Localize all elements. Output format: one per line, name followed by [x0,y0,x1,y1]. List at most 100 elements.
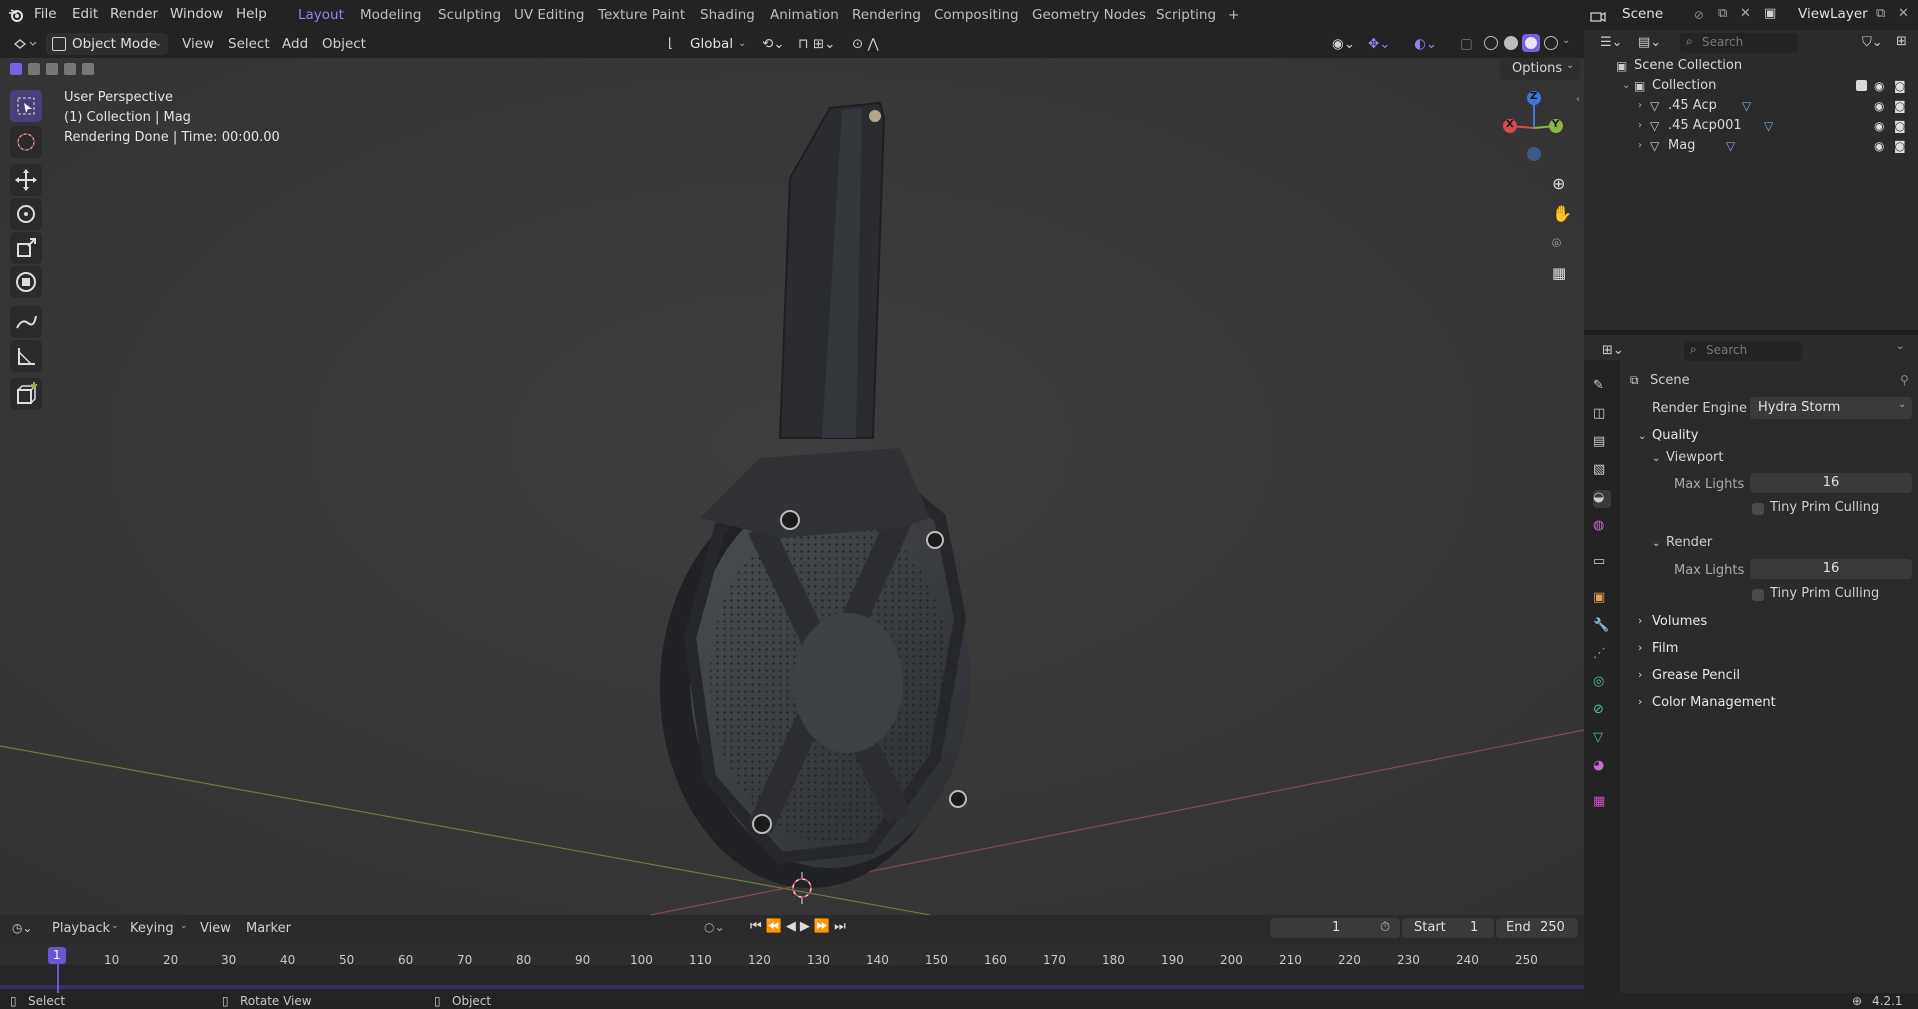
viewport-tiny-prim-checkbox[interactable] [1752,503,1764,515]
menu-file[interactable]: File [34,6,57,22]
modifier-tab-icon[interactable]: 🔧 [1593,618,1611,636]
proportional-edit-icon[interactable]: ⊙ ⋀ [852,33,879,55]
eye-icon[interactable]: ◉ [1874,116,1884,136]
rotate-tool-icon[interactable] [10,198,42,230]
rendered-shading-icon[interactable] [1544,36,1558,50]
chevron-right-icon[interactable]: › [1638,668,1642,681]
chevron-right-icon[interactable]: › [1638,641,1642,654]
end-frame-field[interactable]: End 250 [1496,918,1578,938]
tab-texture-paint[interactable]: Texture Paint [592,4,691,26]
timeline-view-menu[interactable]: View [200,921,231,936]
material-preview-icon[interactable] [1522,34,1540,52]
navigation-gizmo[interactable]: Z X Y [1494,88,1574,168]
snap-icon[interactable]: ⊓ ⊞⌄ [798,33,835,55]
tab-shading[interactable]: Shading [694,4,761,26]
tool-tab-icon[interactable]: ✎ [1593,378,1611,396]
scale-tool-icon[interactable] [10,232,42,264]
playhead[interactable]: 1 [48,947,66,964]
particles-tab-icon[interactable]: ⋰ [1593,646,1611,664]
delete-scene-icon[interactable]: ✕ [1740,6,1751,21]
menu-add[interactable]: Add [282,33,308,55]
add-workspace-button[interactable]: + [1222,4,1245,26]
color-management-panel-header[interactable]: Color Management [1652,695,1776,710]
start-frame-field[interactable]: Start 1 [1402,918,1494,938]
tab-layout[interactable]: Layout [292,4,350,26]
pin-icon[interactable]: ⚲ [1900,373,1909,387]
scene-icon[interactable] [1590,8,1606,23]
stopwatch-icon[interactable]: ⏱ [1380,920,1390,935]
properties-search-input[interactable]: ⌕ Search [1684,341,1802,361]
exclude-checkbox[interactable] [1856,80,1867,91]
chevron-down-icon[interactable]: ⌄ [1622,76,1630,96]
wireframe-shading-icon[interactable] [1484,36,1498,50]
auto-keying-icon[interactable]: ○⌄ [704,920,725,934]
outliner-row-mag[interactable]: › ▽ Mag ▽ ◉ ◙ [1584,136,1918,156]
delete-view-layer-icon[interactable]: ✕ [1898,6,1909,21]
chevron-right-icon[interactable]: › [1638,695,1642,708]
volumes-panel-header[interactable]: Volumes [1652,614,1707,629]
zoom-icon[interactable]: ⊕ [1552,174,1565,193]
chevron-right-icon[interactable]: › [1638,614,1642,627]
measure-tool-icon[interactable] [10,340,42,372]
keying-menu[interactable]: Keying [130,921,174,936]
render-max-lights-field[interactable]: 16 [1750,559,1912,579]
timeline-editor-icon[interactable]: ◷⌄ [12,921,33,935]
menu-view[interactable]: View [182,33,214,55]
viewport-max-lights-field[interactable]: 16 [1750,473,1912,493]
object-tab-icon[interactable]: ▣ [1593,590,1611,608]
chevron-down-icon[interactable]: ⌄ [1652,538,1660,549]
marker-menu[interactable]: Marker [246,921,291,936]
view-layer-tab-icon[interactable]: ▧ [1593,462,1611,480]
pivot-point-icon[interactable]: ⟲⌄ [762,33,785,55]
chevron-down-icon[interactable]: ⌄ [1652,453,1660,464]
menu-window[interactable]: Window [170,6,223,22]
scene-tab-icon[interactable]: ◒ [1593,490,1611,508]
cursor-tool-icon[interactable] [10,126,42,158]
properties-editor-icon[interactable]: ⊞⌄ [1602,343,1624,358]
eye-icon[interactable]: ◉ [1874,96,1884,116]
world-tab-icon[interactable]: ◍ [1593,518,1611,536]
render-subpanel-header[interactable]: Render [1666,535,1712,550]
render-engine-dropdown[interactable]: Hydra Storm ⌄ [1750,397,1912,419]
tab-geometry-nodes[interactable]: Geometry Nodes [1026,4,1152,26]
outliner-row-45-acp001[interactable]: › ▽ .45 Acp001 ▽ ◉ ◙ [1584,116,1918,136]
pan-hand-icon[interactable]: ✋ [1552,204,1572,223]
outliner-row-45-acp[interactable]: › ▽ .45 Acp ▽ ◉ ◙ [1584,96,1918,116]
outliner-row-collection[interactable]: ⌄ ▣ Collection ◉ ◙ [1584,76,1918,96]
eye-icon[interactable]: ◉ [1874,76,1884,96]
menu-render[interactable]: Render [110,6,158,22]
output-tab-icon[interactable]: ▤ [1593,434,1611,452]
chevron-right-icon[interactable]: › [1638,136,1642,156]
scene-name[interactable]: Scene [1622,6,1663,22]
playback-menu[interactable]: Playback [52,921,110,936]
overlay-toggle-icon[interactable]: ◐⌄ [1414,33,1437,55]
render-camera-icon[interactable]: ◙ [1894,96,1906,116]
tab-compositing[interactable]: Compositing [928,4,1025,26]
perspective-toggle-icon[interactable]: ▦ [1552,264,1566,282]
viewport-subpanel-header[interactable]: Viewport [1666,450,1724,465]
render-camera-icon[interactable]: ◙ [1894,76,1906,96]
menu-edit[interactable]: Edit [72,6,98,22]
quality-panel-header[interactable]: Quality [1652,428,1698,443]
move-tool-icon[interactable] [10,164,42,196]
new-view-layer-icon[interactable]: ⧉ [1876,6,1885,21]
view-layer-name[interactable]: ViewLayer [1798,6,1868,22]
physics-tab-icon[interactable]: ◎ [1593,674,1611,692]
material-tab-icon[interactable]: ◕ [1593,758,1611,776]
render-camera-icon[interactable]: ◙ [1894,116,1906,136]
visibility-icon[interactable]: ◉⌄ [1332,33,1355,55]
grease-pencil-panel-header[interactable]: Grease Pencil [1652,668,1740,683]
tab-modeling[interactable]: Modeling [354,4,427,26]
new-collection-icon[interactable]: ⊞ [1896,34,1907,49]
options-dropdown[interactable]: Options ⌄ [1500,58,1580,80]
outliner-search-input[interactable]: ⌕ Search [1680,33,1798,53]
chevron-right-icon[interactable]: › [1638,116,1642,136]
filter-icon[interactable]: ⛉⌄ [1862,35,1883,50]
menu-select[interactable]: Select [228,33,270,55]
tab-uv-editing[interactable]: UV Editing [508,4,590,26]
pin-icon[interactable]: ⊘ [1694,8,1704,22]
render-tiny-prim-checkbox[interactable] [1752,589,1764,601]
gizmo-toggle-icon[interactable]: ✥⌄ [1368,33,1391,55]
new-scene-icon[interactable]: ⧉ [1718,6,1727,21]
select-box-tool-icon[interactable] [10,90,42,122]
